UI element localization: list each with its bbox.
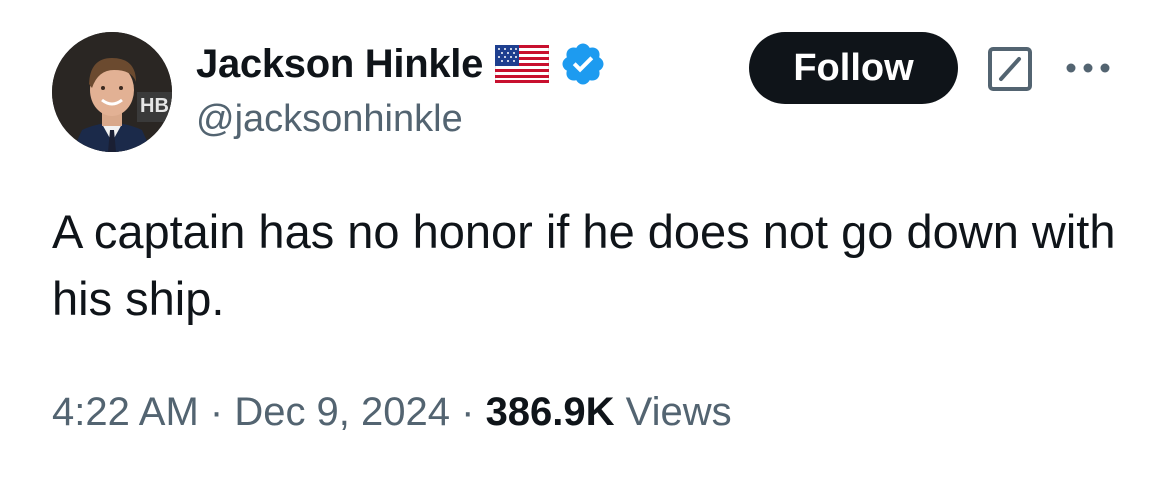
views-label: Views bbox=[614, 390, 732, 434]
svg-text:HB: HB bbox=[140, 95, 169, 117]
follow-button[interactable]: Follow bbox=[749, 32, 958, 104]
meta-separator: · bbox=[198, 390, 235, 434]
tweet-meta: 4:22 AM · Dec 9, 2024 · 386.9K Views bbox=[52, 390, 732, 435]
avatar-image: HB bbox=[52, 32, 172, 152]
display-name[interactable]: Jackson Hinkle bbox=[196, 42, 483, 87]
avatar[interactable]: HB bbox=[52, 32, 172, 152]
views-count: 386.9K bbox=[485, 390, 615, 434]
meta-separator: · bbox=[450, 390, 486, 434]
author-handle[interactable]: @jacksonhinkle bbox=[196, 98, 463, 141]
more-icon[interactable] bbox=[1062, 57, 1114, 79]
tweet-text: A captain has no honor if he does not go… bbox=[52, 205, 1116, 325]
tweet-card: HB Jackson Hinkle @jacksonhinkle Follow … bbox=[0, 0, 1170, 477]
author-name-row: Jackson Hinkle bbox=[196, 38, 607, 90]
us-flag-icon bbox=[494, 44, 550, 84]
tweet-time[interactable]: 4:22 AM bbox=[52, 390, 199, 434]
verified-badge-icon[interactable] bbox=[559, 40, 607, 88]
grok-icon[interactable] bbox=[987, 46, 1033, 92]
tweet-date[interactable]: Dec 9, 2024 bbox=[234, 390, 450, 434]
